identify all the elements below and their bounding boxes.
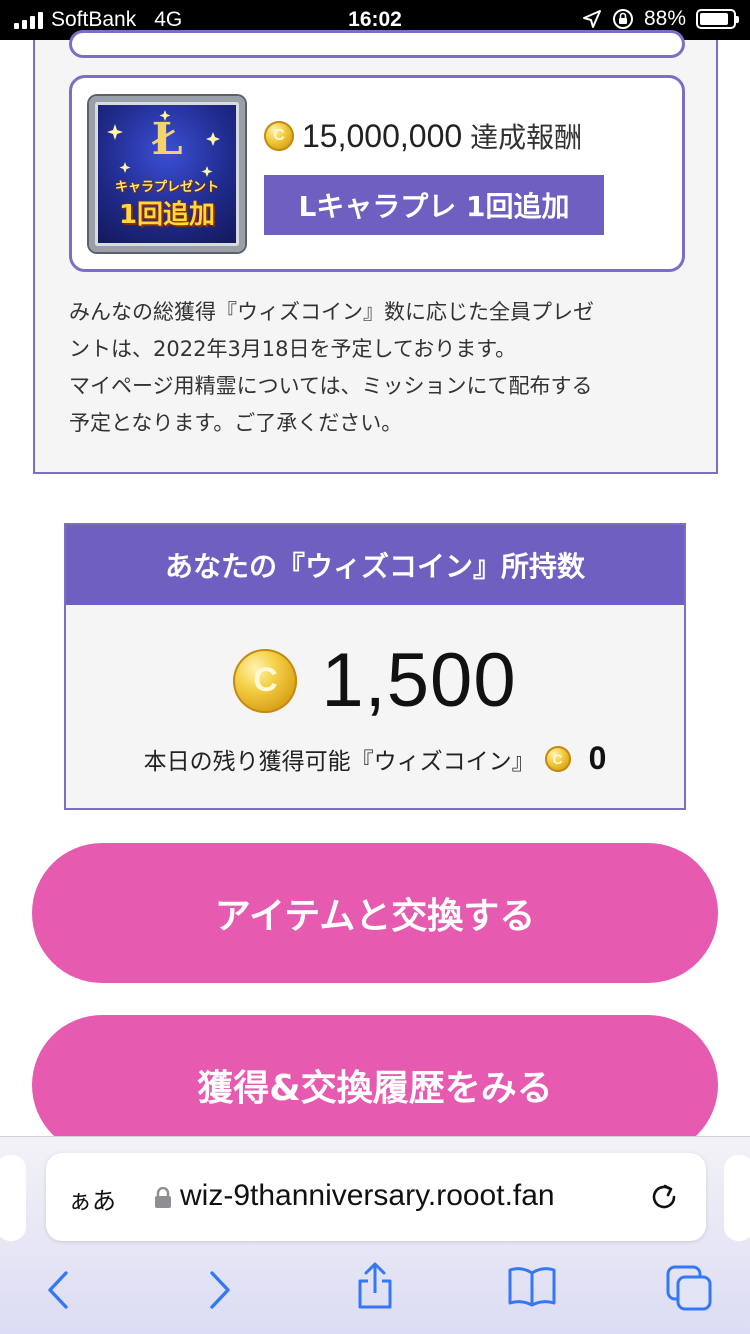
battery-percent: 88% [643,7,686,30]
coin-balance-box: あなたの『ウィズコイン』所持数 1,500 本日の残り獲得可能『ウィズコイン』 … [64,523,686,810]
safari-toolbar: ぁあ wiz-9thanniversary.rooot.fan [0,1136,750,1334]
page-settings-button[interactable]: ぁあ [68,1181,116,1216]
url-text[interactable]: wiz-9thanniversary.rooot.fan [180,1179,555,1213]
image-caption-main: 1回追加 [118,200,216,230]
orientation-lock-icon [612,9,633,29]
notice-line: マイページ用精霊については、ミッションにて配布する [69,374,593,398]
notice-line: みんなの総獲得『ウィズコイン』数に応じた全員プレゼ [69,300,594,324]
previous-reward-card [69,30,685,58]
remaining-coins: 本日の残り獲得可能『ウィズコイン』 0 [66,740,684,777]
tabs-icon[interactable] [664,1263,716,1313]
reward-threshold: 15,000,000 達成報酬 [264,116,582,156]
notice-text: みんなの総獲得『ウィズコイン』数に応じた全員プレゼ ントは、2022年3月18日… [69,294,689,442]
forward-icon[interactable] [204,1269,236,1311]
reward-tag: Lキャラプレ 1回追加 [264,175,604,235]
location-arrow-icon [582,10,601,28]
battery-icon [696,9,739,29]
address-bar[interactable]: ぁあ wiz-9thanniversary.rooot.fan [46,1153,706,1241]
history-button[interactable]: 獲得&交換履歴をみる [32,1015,718,1155]
next-tab-peek[interactable] [724,1155,750,1241]
lock-icon [155,1187,171,1208]
wiz-coin-icon [544,745,571,772]
back-icon[interactable] [42,1269,74,1311]
browser-navigation [0,1259,750,1319]
notice-line: ントは、2022年3月18日を予定しております。 [69,337,517,361]
reward-card: Ł キャラプレゼント 1回追加 15,000,000 達成報酬 Lキャラプレ 1… [69,75,685,272]
bookmarks-icon[interactable] [506,1265,558,1309]
wiz-coin-icon [233,648,298,713]
reload-icon[interactable] [646,1179,682,1215]
reward-amount: 15,000,000 [302,117,463,154]
character-present-ticket-image: Ł キャラプレゼント 1回追加 [89,96,245,252]
notice-line: 予定となります。ご了承ください。 [69,411,403,435]
coin-balance-value: 1,500 [321,638,517,723]
remaining-coins-value: 0 [588,740,607,776]
reward-amount-suffix: 達成報酬 [470,121,583,154]
coin-box-title: あなたの『ウィズコイン』所持数 [66,525,684,605]
l-emblem-icon: Ł [151,114,183,165]
reward-info-panel: Ł キャラプレゼント 1回追加 15,000,000 達成報酬 Lキャラプレ 1… [33,30,718,474]
image-caption-top: キャラプレゼント [114,180,219,195]
coin-balance: 1,500 [66,637,684,724]
previous-tab-peek[interactable] [0,1155,26,1241]
share-icon[interactable] [354,1261,396,1311]
exchange-items-button[interactable]: アイテムと交換する [32,843,718,983]
wiz-coin-icon [264,121,294,151]
remaining-coins-label: 本日の残り獲得可能『ウィズコイン』 [143,748,535,775]
